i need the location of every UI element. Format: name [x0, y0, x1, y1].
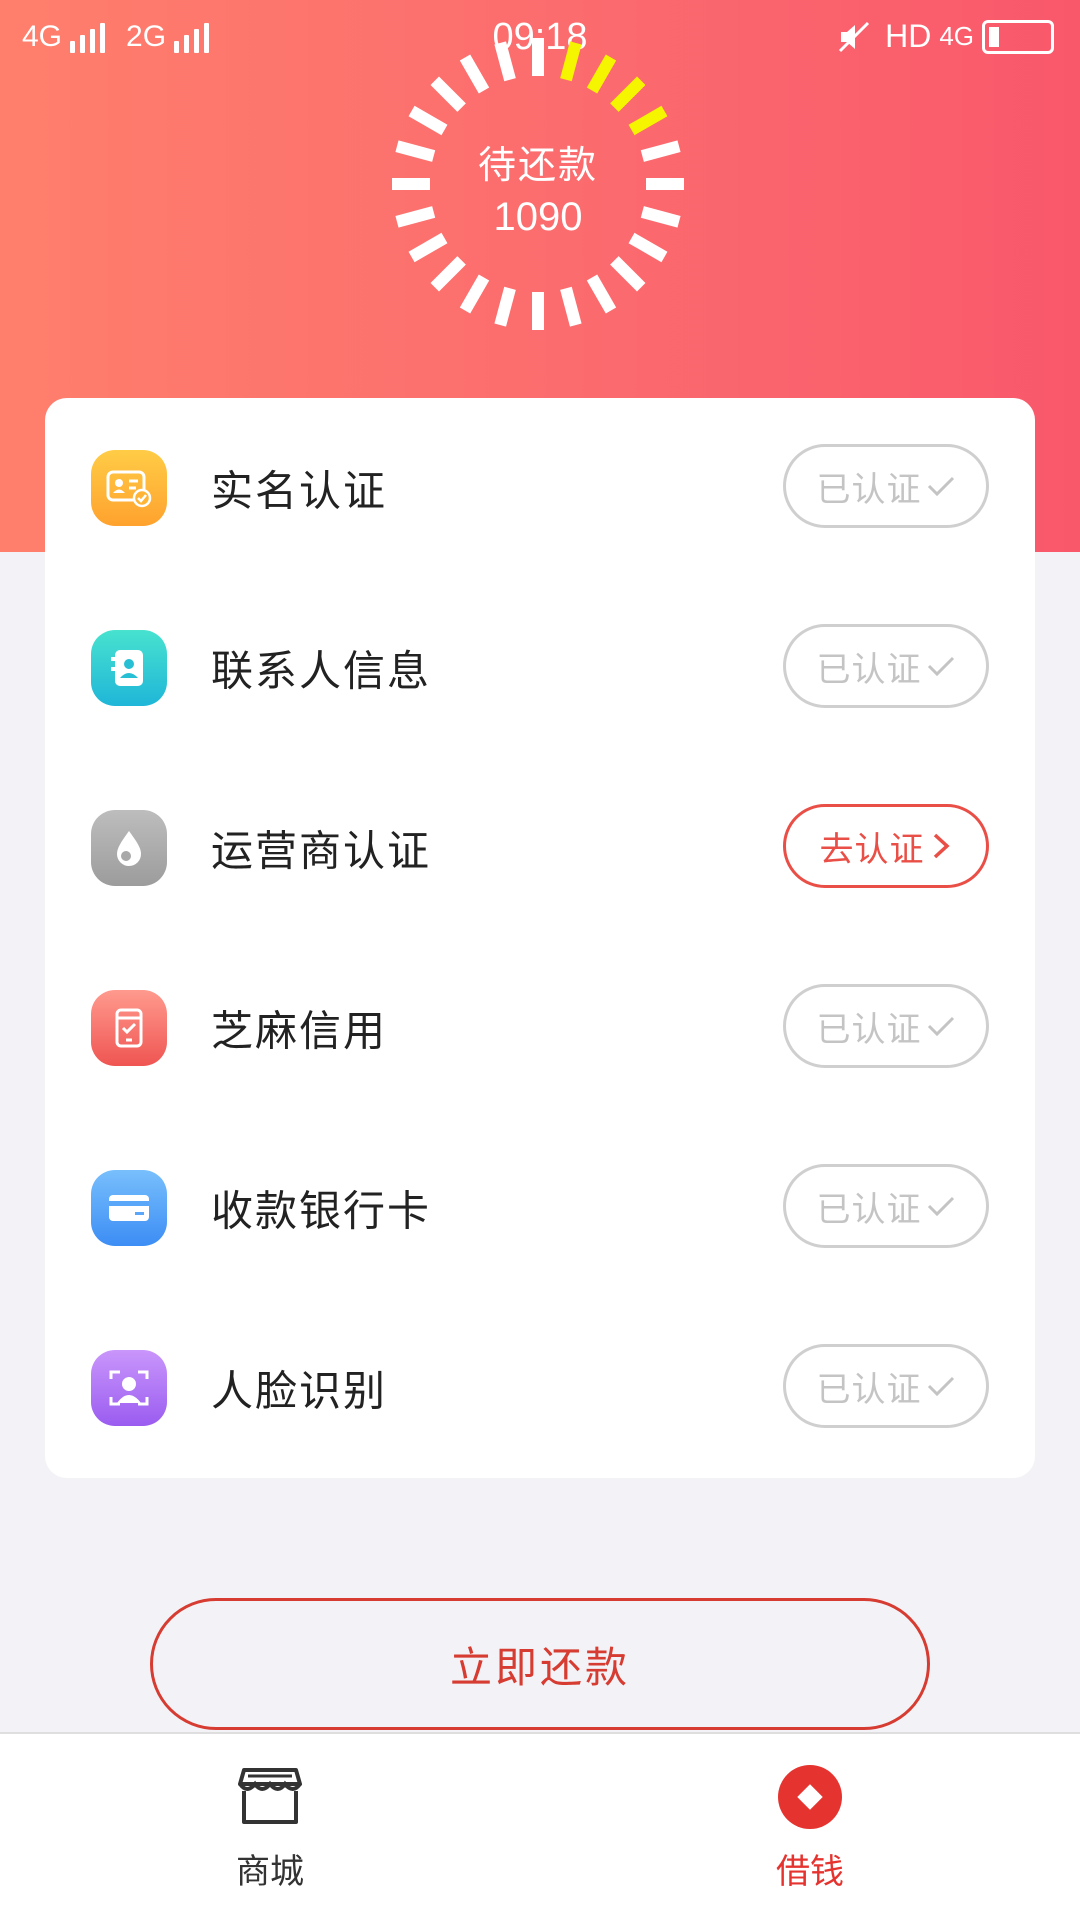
status-text: 已认证: [816, 649, 922, 690]
store-icon: [235, 1762, 305, 1832]
verified-status-button[interactable]: 已认证: [783, 1344, 989, 1428]
page: 4G 2G 09:18 HD 4G 待还款 1090 实名认证 已认证 联系人信…: [0, 0, 1080, 1920]
chevron-right-icon: [929, 831, 953, 861]
verification-row-sesame-credit[interactable]: 芝麻信用 已认证: [45, 938, 1035, 1118]
id-card-icon: [91, 450, 167, 526]
credit-phone-icon: [91, 990, 167, 1066]
verification-row-contacts[interactable]: 联系人信息 已认证: [45, 578, 1035, 758]
verification-row-bank-card[interactable]: 收款银行卡 已认证: [45, 1118, 1035, 1298]
verification-row-carrier[interactable]: 运营商认证 去认证: [45, 758, 1035, 938]
row-label: 收款银行卡: [211, 1186, 432, 1236]
verified-status-button[interactable]: 已认证: [783, 624, 989, 708]
bottom-tab-bar: 商城 借钱: [0, 1732, 1080, 1920]
row-label: 运营商认证: [211, 826, 432, 876]
check-icon: [926, 474, 956, 498]
check-icon: [926, 1014, 956, 1038]
pending-amount: 1090: [493, 195, 583, 239]
tab-label: 借钱: [776, 1852, 844, 1892]
verified-status-button[interactable]: 已认证: [783, 1164, 989, 1248]
check-icon: [926, 654, 956, 678]
check-icon: [926, 1374, 956, 1398]
row-label: 实名认证: [211, 466, 388, 516]
status-right: HD 4G: [837, 18, 1054, 55]
status-text: 已认证: [816, 469, 922, 510]
bank-card-icon: [91, 1170, 167, 1246]
verification-card: 实名认证 已认证 联系人信息 已认证 运营商认证 去认证 芝麻信用 已认证 收款…: [45, 398, 1035, 1478]
row-label: 联系人信息: [211, 646, 432, 696]
verified-status-button[interactable]: 已认证: [783, 444, 989, 528]
contact-book-icon: [91, 630, 167, 706]
verification-row-face[interactable]: 人脸识别 已认证: [45, 1298, 1035, 1478]
carrier-drop-icon: [91, 810, 167, 886]
hd-indicator: HD: [885, 18, 932, 54]
tab-label: 商城: [236, 1852, 304, 1892]
tab-loan[interactable]: 借钱: [710, 1762, 910, 1912]
pending-label: 待还款: [477, 143, 598, 187]
network-type-3: 4G: [939, 21, 974, 51]
mute-icon: [839, 21, 870, 52]
battery-icon: [982, 19, 1054, 54]
repay-now-button[interactable]: 立即还款: [150, 1598, 930, 1730]
status-text: 去认证: [819, 829, 925, 870]
tab-shop[interactable]: 商城: [170, 1762, 370, 1912]
loan-diamond-icon: [775, 1762, 845, 1832]
status-text: 已认证: [816, 1369, 922, 1410]
verified-status-button[interactable]: 已认证: [783, 984, 989, 1068]
go-verify-button[interactable]: 去认证: [783, 804, 989, 888]
status-text: 已认证: [816, 1189, 922, 1230]
status-text: 已认证: [816, 1009, 922, 1050]
verification-row-real-name[interactable]: 实名认证 已认证: [45, 398, 1035, 578]
row-label: 人脸识别: [211, 1366, 388, 1416]
face-scan-icon: [91, 1350, 167, 1426]
row-label: 芝麻信用: [211, 1006, 388, 1056]
check-icon: [926, 1194, 956, 1218]
pending-summary: 待还款 1090: [388, 34, 688, 334]
